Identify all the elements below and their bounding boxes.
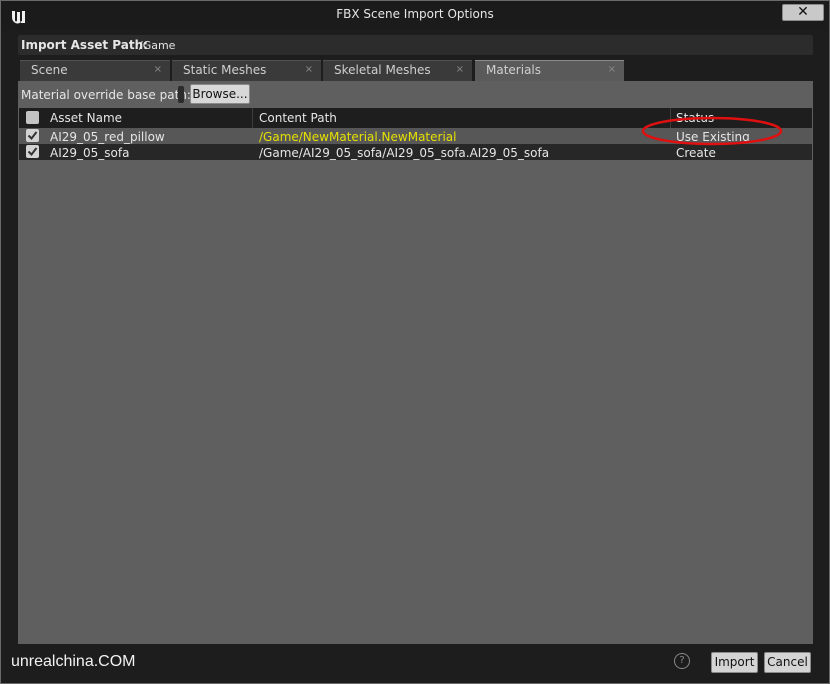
close-icon: ✕: [797, 4, 809, 20]
red-ellipse-annotation: [641, 116, 783, 146]
asset-name: AI29_05_red_pillow: [50, 130, 165, 144]
import-asset-path-bar: Import Asset Path: /Game: [18, 35, 813, 55]
window-title: FBX Scene Import Options: [336, 7, 494, 21]
tab-scene[interactable]: Scene ×: [20, 60, 170, 81]
content-path[interactable]: /Game/NewMaterial.NewMaterial: [259, 130, 456, 144]
tab-close-icon[interactable]: ×: [305, 64, 313, 75]
tab-close-icon[interactable]: ×: [608, 64, 616, 75]
tab-close-icon[interactable]: ×: [154, 64, 162, 75]
watermark-text: unrealchina.COM: [11, 653, 136, 670]
content-path[interactable]: /Game/AI29_05_sofa/AI29_05_sofa.AI29_05_…: [259, 146, 549, 160]
select-all-checkbox[interactable]: [26, 111, 39, 124]
tab-materials[interactable]: Materials ×: [475, 60, 624, 81]
override-path-input[interactable]: [178, 86, 184, 103]
tab-close-icon[interactable]: ×: [456, 64, 464, 75]
tab-label: Skeletal Meshes: [334, 63, 431, 77]
tab-skeletal-meshes[interactable]: Skeletal Meshes ×: [323, 60, 472, 81]
tab-label: Static Meshes: [183, 63, 267, 77]
title-bar[interactable]: FBX Scene Import Options ✕: [1, 1, 829, 31]
cancel-button[interactable]: Cancel: [764, 652, 811, 673]
tab-bar: Scene × Static Meshes × Skeletal Meshes …: [20, 60, 815, 81]
close-button[interactable]: ✕: [782, 4, 824, 21]
materials-panel: Material override base path: Browse... A…: [18, 81, 813, 644]
row-checkbox[interactable]: [26, 129, 39, 142]
column-divider[interactable]: [252, 108, 253, 128]
status[interactable]: Create: [676, 146, 716, 160]
checkmark-icon: [27, 131, 38, 141]
tab-label: Scene: [31, 63, 68, 77]
asset-name: AI29_05_sofa: [50, 146, 130, 160]
column-header-asset-name[interactable]: Asset Name: [50, 111, 122, 125]
browse-button[interactable]: Browse...: [190, 84, 250, 104]
import-asset-path-label: Import Asset Path:: [21, 38, 148, 52]
checkmark-icon: [27, 147, 38, 157]
tab-static-meshes[interactable]: Static Meshes ×: [172, 60, 321, 81]
override-path-label: Material override base path:: [21, 88, 191, 102]
tab-label: Materials: [486, 63, 542, 77]
column-header-content-path[interactable]: Content Path: [259, 111, 337, 125]
help-icon[interactable]: ?: [674, 653, 690, 669]
row-checkbox[interactable]: [26, 145, 39, 158]
import-asset-path-value[interactable]: /Game: [139, 39, 175, 52]
import-button[interactable]: Import: [711, 652, 758, 673]
fbx-import-dialog: FBX Scene Import Options ✕ Import Asset …: [0, 0, 830, 684]
